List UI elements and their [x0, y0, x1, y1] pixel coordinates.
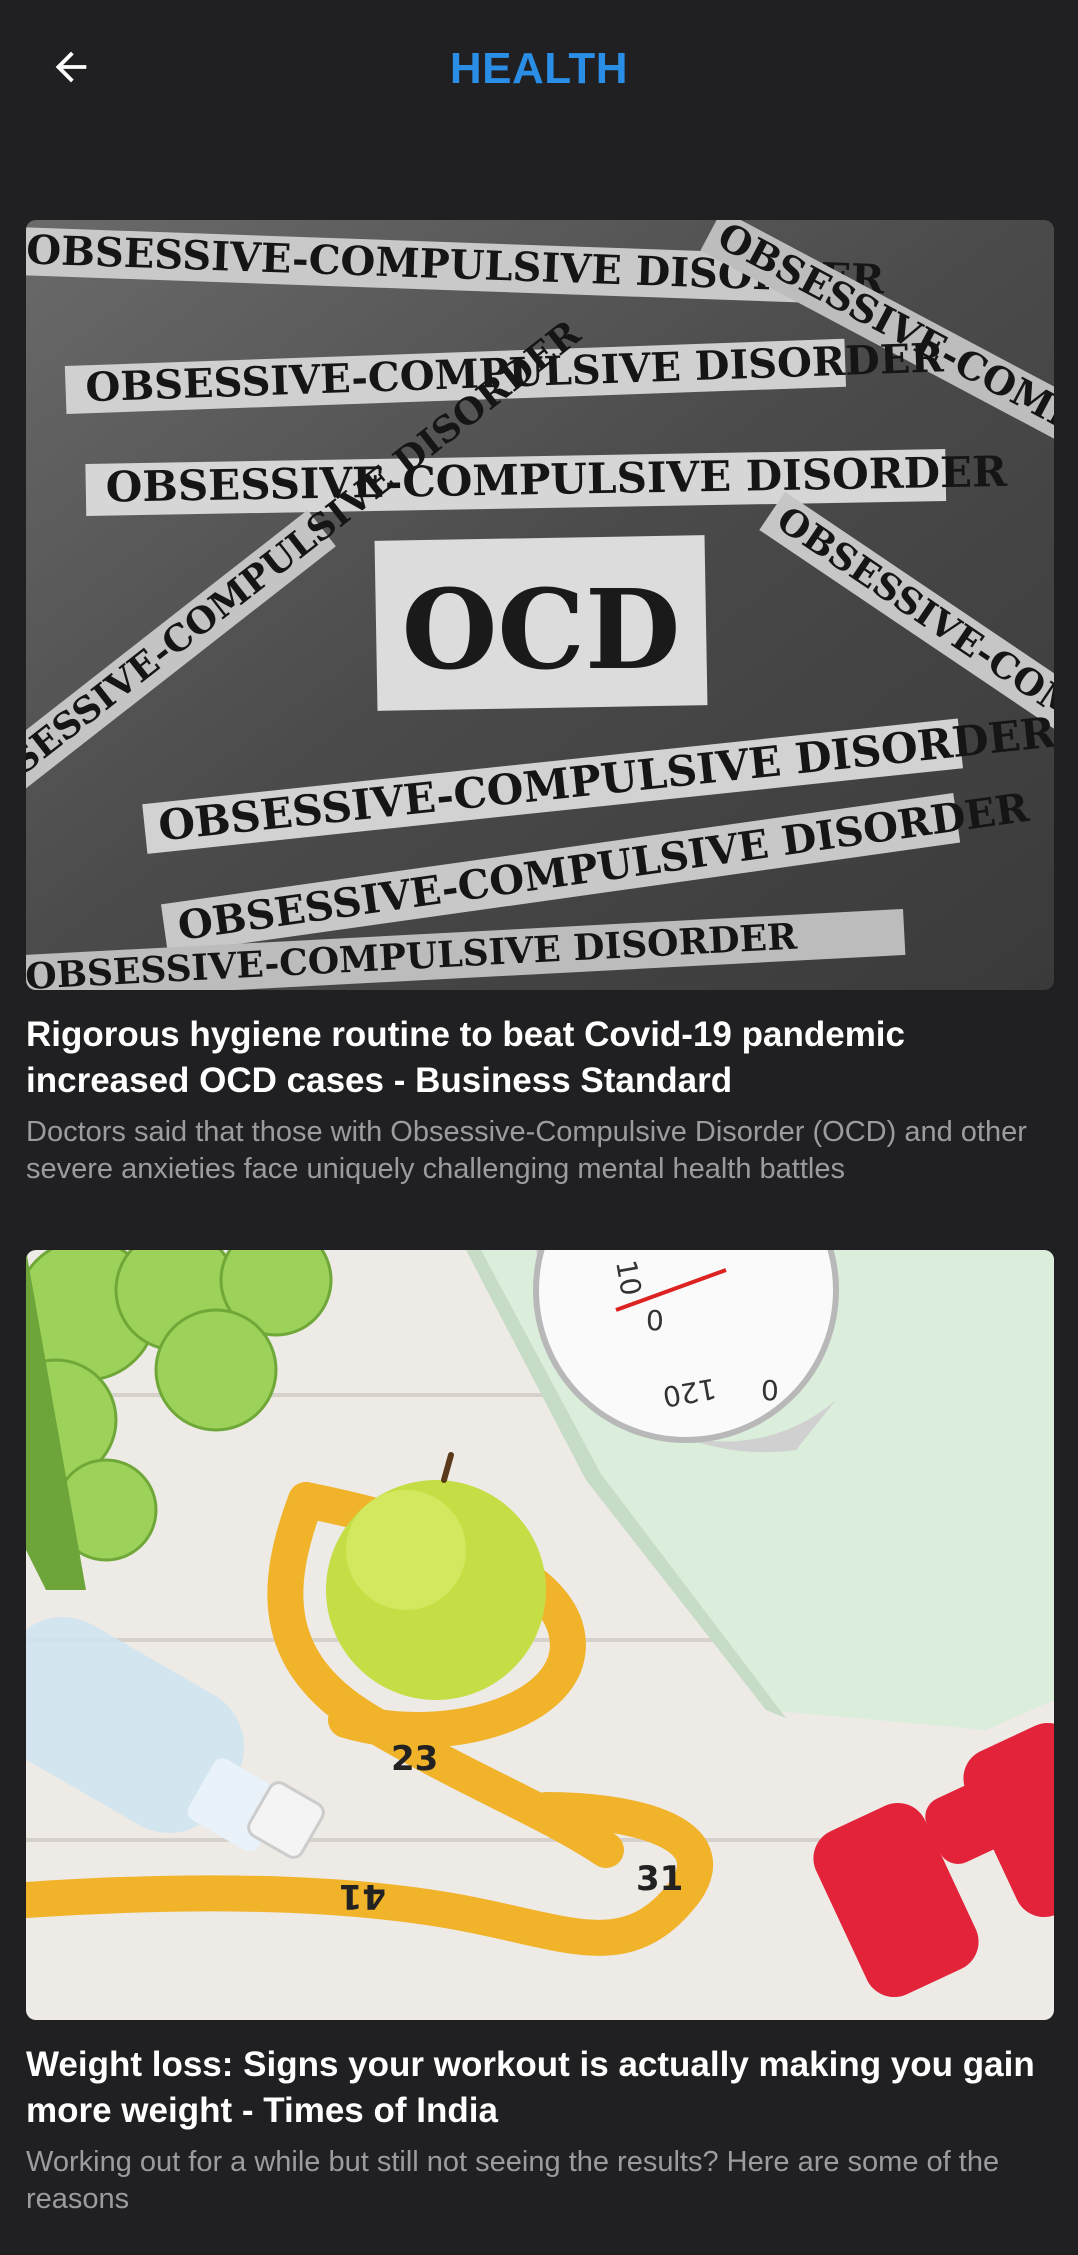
article-summary: Working out for a while but still not se…: [26, 2146, 1000, 2215]
weight-loss-image: 10 0 120 0 23 31 41: [26, 1250, 1054, 2020]
article-thumbnail[interactable]: 10 0 120 0 23 31 41: [26, 1250, 1054, 2020]
ocd-label: OCD: [402, 565, 681, 694]
scale-number: 0: [761, 1374, 779, 1407]
tape-number: 31: [636, 1859, 683, 1899]
article-headline[interactable]: Weight loss: Signs your workout is actua…: [26, 2042, 1054, 2134]
article-headline[interactable]: Rigorous hygiene routine to beat Covid-1…: [26, 1012, 1054, 1104]
scale-number: 10: [609, 1257, 648, 1298]
article-card[interactable]: OBSESSIVE-COMPULSIVE DISORDER OBSESSIVE-…: [26, 220, 1054, 1188]
ocd-newspaper-image: OBSESSIVE-COMPULSIVE DISORDER OBSESSIVE-…: [26, 220, 1054, 990]
page-title: HEALTH: [449, 44, 629, 93]
tape-number: 41: [339, 1876, 386, 1916]
article-summary: Doctors said that those with Obsessive-C…: [26, 1116, 1027, 1185]
article-thumbnail[interactable]: OBSESSIVE-COMPULSIVE DISORDER OBSESSIVE-…: [26, 220, 1054, 990]
top-app-bar: HEALTH: [0, 0, 1078, 140]
app-screen: HEALTH OBSESSIVE-COMPULSIVE DISORDER OBS…: [0, 0, 1078, 2255]
article-card[interactable]: 10 0 120 0 23 31 41 Weight loss: Signs y…: [26, 1250, 1054, 2218]
tape-number: 23: [391, 1739, 438, 1779]
scale-number: 0: [646, 1304, 664, 1337]
